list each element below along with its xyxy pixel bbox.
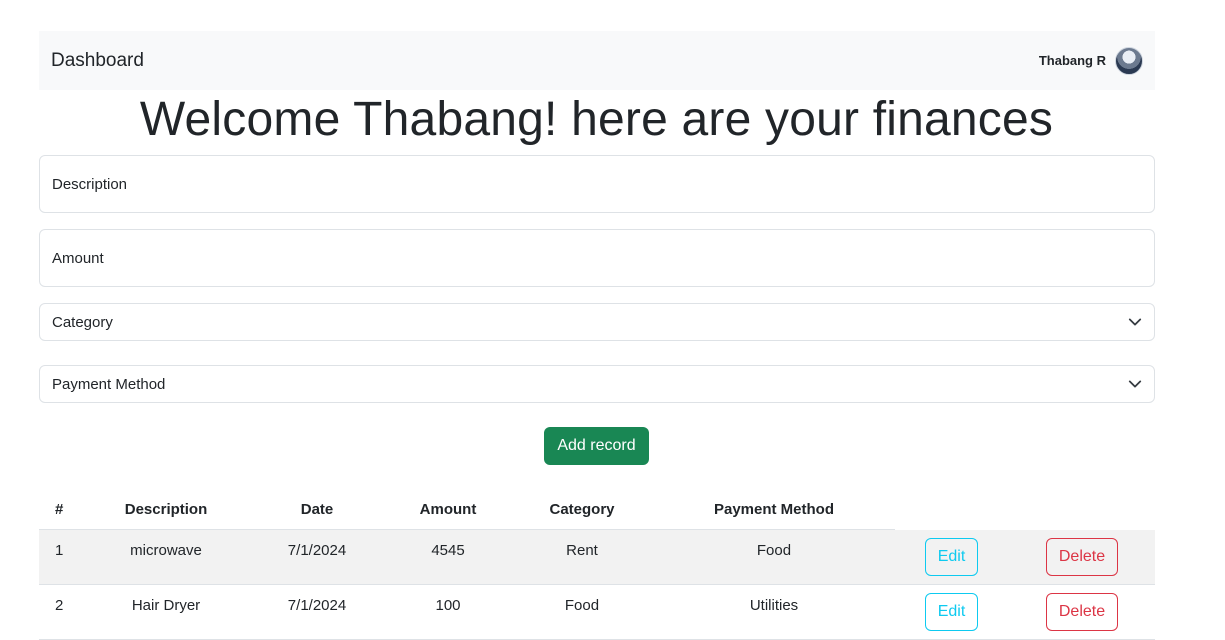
cell-description: Hair Dryer [131, 597, 201, 614]
header-payment-method: Payment Method [713, 501, 835, 518]
header-amount: Amount [419, 501, 477, 518]
cell-date: 7/1/2024 [287, 597, 347, 614]
description-input[interactable]: Description [39, 155, 1155, 213]
avatar[interactable] [1115, 46, 1143, 75]
chevron-down-icon [1128, 318, 1142, 326]
cell-number: 2 [55, 597, 64, 614]
navbar-brand[interactable]: Dashboard [51, 50, 144, 72]
edit-button[interactable]: Edit [925, 593, 978, 631]
page-title: Welcome Thabang! here are your finances [139, 93, 1054, 146]
amount-placeholder: Amount [52, 249, 104, 267]
header-date: Date [300, 501, 334, 518]
cell-number: 1 [55, 542, 64, 559]
cell-description: microwave [130, 542, 202, 559]
chevron-down-icon [1128, 380, 1142, 388]
amount-input[interactable]: Amount [39, 229, 1155, 287]
header-description: Description [124, 501, 208, 518]
category-select[interactable]: Category [39, 303, 1155, 341]
delete-button[interactable]: Delete [1046, 538, 1118, 576]
payment-method-select[interactable]: Payment Method [39, 365, 1155, 403]
cell-payment-method: Food [756, 542, 792, 559]
payment-method-placeholder: Payment Method [52, 375, 166, 393]
category-placeholder: Category [52, 313, 113, 331]
edit-button[interactable]: Edit [925, 538, 978, 576]
description-placeholder: Description [52, 175, 128, 193]
user-name: Thabang R [1038, 53, 1106, 68]
cell-date: 7/1/2024 [287, 542, 347, 559]
cell-amount: 100 [435, 597, 461, 614]
table-row: 2 Hair Dryer 7/1/2024 100 Food Utilities… [39, 585, 1155, 640]
records-table: # Description Date Amount Category Payme… [39, 490, 1155, 640]
cell-payment-method: Utilities [749, 597, 799, 614]
delete-button[interactable]: Delete [1046, 593, 1118, 631]
navbar: Dashboard Thabang R [39, 31, 1155, 90]
table-header: # Description Date Amount Category Payme… [39, 490, 895, 530]
cell-amount: 4545 [431, 542, 465, 559]
user-menu[interactable]: Thabang R [1038, 46, 1143, 75]
cell-category: Food [564, 597, 600, 614]
table-row: 1 microwave 7/1/2024 4545 Rent Food Edit… [39, 530, 1155, 585]
add-record-button[interactable]: Add record [544, 427, 649, 465]
header-category: Category [549, 501, 615, 518]
header-number: # [55, 501, 64, 518]
cell-category: Rent [566, 542, 598, 559]
